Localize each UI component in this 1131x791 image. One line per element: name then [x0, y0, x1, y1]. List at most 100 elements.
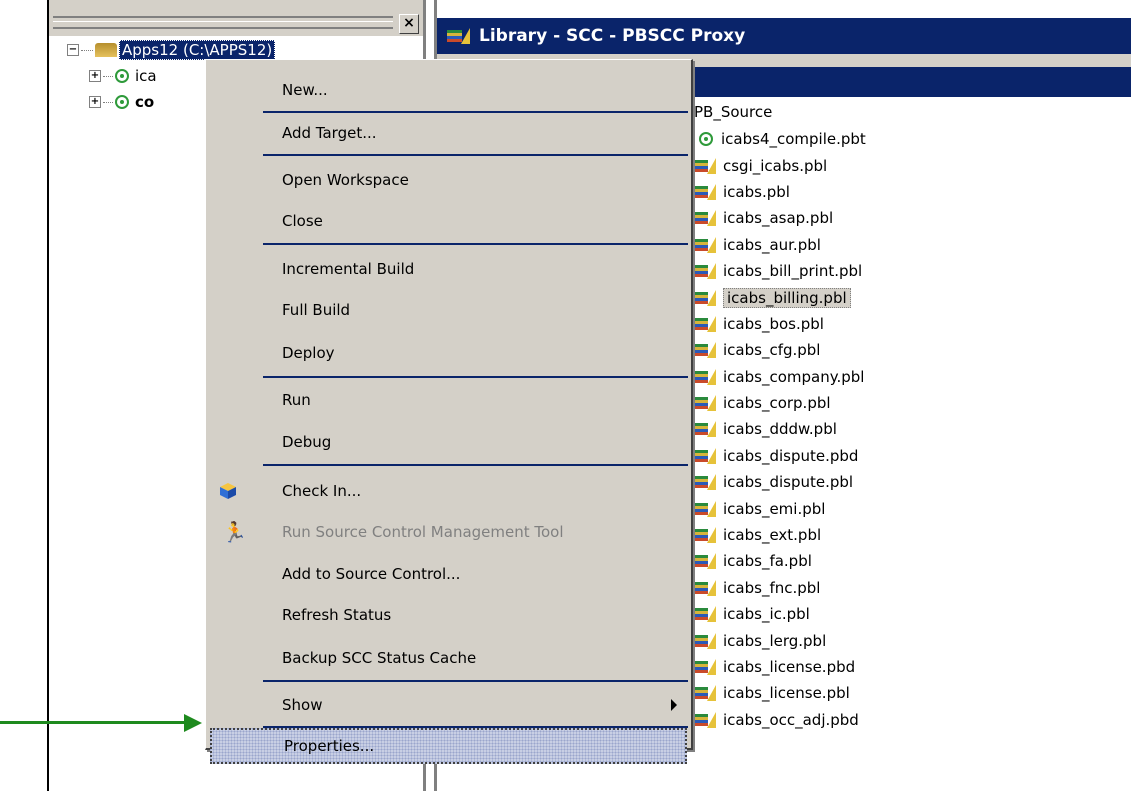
file-name: icabs_bos.pbl [723, 314, 824, 333]
menu-item-add-to-source-control[interactable]: Add to Source Control... [206, 556, 691, 592]
close-icon[interactable]: × [399, 14, 419, 34]
expand-icon[interactable]: + [89, 70, 101, 82]
library-icon [693, 210, 717, 227]
menu-item-close[interactable]: Close [206, 203, 691, 239]
target-icon [115, 95, 129, 109]
file-name: icabs_license.pbd [723, 658, 856, 676]
file-name: icabs.pbl [723, 182, 790, 201]
workspace-root-label[interactable]: Apps12 (C:\APPS12) [119, 40, 276, 60]
workspace-panel-header: × [49, 0, 423, 36]
menu-item-label: Debug [282, 433, 332, 451]
menu-item-incremental-build[interactable]: Incremental Build [206, 251, 691, 287]
file-name: icabs_asap.pbl [723, 209, 834, 228]
menu-item-backup-scc-cache[interactable]: Backup SCC Status Cache [206, 640, 691, 676]
file-name: icabs_ic.pbl [723, 605, 810, 624]
library-icon [693, 342, 717, 359]
file-name: icabs_lerg.pbl [723, 631, 827, 650]
library-icon [693, 579, 717, 596]
file-name: icabs_corp.pbl [723, 394, 831, 413]
library-icon [693, 474, 717, 491]
menu-item-label: Full Build [282, 301, 351, 319]
file-name: icabs_emi.pbl [723, 499, 826, 518]
menu-item-label: Properties... [284, 737, 375, 755]
tree-node-label[interactable]: co [135, 93, 154, 111]
menu-item-label: Deploy [282, 344, 335, 362]
menu-item-run[interactable]: Run [206, 382, 691, 418]
check-in-icon [220, 483, 236, 499]
menu-item-deploy[interactable]: Deploy [206, 335, 691, 371]
menu-separator [263, 680, 688, 682]
folder-label[interactable]: PB_Source [694, 103, 772, 121]
submenu-arrow-icon [671, 699, 677, 711]
library-icon [693, 527, 717, 544]
library-icon [693, 500, 717, 517]
library-icon [693, 632, 717, 649]
file-name: icabs_ext.pbl [723, 526, 822, 545]
menu-separator [263, 464, 688, 466]
collapse-icon[interactable]: − [67, 44, 79, 56]
library-icon [693, 711, 717, 728]
expand-icon[interactable]: + [89, 96, 101, 108]
library-title: Library - SCC - PBSCC Proxy [479, 26, 746, 46]
menu-separator [263, 376, 688, 378]
file-name: icabs_fnc.pbl [723, 578, 821, 597]
library-icon [693, 263, 717, 280]
menu-item-label: Refresh Status [282, 606, 392, 624]
workspace-icon [95, 43, 117, 57]
context-menu: New... Add Target... Open Workspace Clos… [205, 59, 693, 764]
library-icon [693, 183, 717, 200]
menu-item-run-scc-tool[interactable]: 🏃 Run Source Control Management Tool [206, 514, 691, 550]
file-name: icabs_dispute.pbl [723, 473, 854, 492]
library-icon [693, 447, 717, 464]
library-icon [693, 421, 717, 438]
library-icon [447, 28, 471, 44]
menu-item-label: Add Target... [282, 124, 377, 142]
target-icon [699, 132, 713, 147]
menu-item-add-target[interactable]: Add Target... [206, 115, 691, 151]
library-icon [693, 685, 717, 702]
menu-item-label: New... [282, 81, 328, 99]
pointer-arrow [0, 721, 186, 724]
library-title-bar: Library - SCC - PBSCC Proxy [437, 18, 1131, 54]
menu-item-label: Open Workspace [282, 171, 409, 189]
menu-item-debug[interactable]: Debug [206, 424, 691, 460]
library-icon [693, 315, 717, 332]
library-icon [693, 157, 717, 174]
menu-item-label: Backup SCC Status Cache [282, 649, 477, 667]
file-name: icabs_dispute.pbd [723, 446, 859, 465]
menu-item-open-workspace[interactable]: Open Workspace [206, 162, 691, 198]
menu-item-full-build[interactable]: Full Build [206, 292, 691, 328]
menu-item-label: Add to Source Control... [282, 565, 461, 583]
file-name: icabs_company.pbl [723, 367, 865, 386]
menu-item-label: Check In... [282, 482, 362, 500]
file-name: icabs_occ_adj.pbd [723, 710, 859, 729]
file-name: icabs_cfg.pbl [723, 341, 821, 360]
library-icon [693, 659, 717, 675]
menu-item-properties[interactable]: Properties... [210, 728, 687, 764]
panel-grip[interactable] [53, 16, 393, 29]
menu-separator [263, 243, 688, 245]
file-name: icabs_license.pbl [723, 684, 850, 703]
menu-item-show[interactable]: Show [206, 687, 691, 723]
file-name: csgi_icabs.pbl [723, 156, 828, 175]
library-icon [693, 553, 717, 570]
menu-item-check-in[interactable]: Check In... [206, 473, 691, 509]
menu-item-label: Run Source Control Management Tool [282, 523, 564, 541]
menu-separator [263, 154, 688, 156]
menu-separator [263, 111, 688, 113]
run-figure-icon: 🏃 [222, 520, 247, 544]
tree-node-label[interactable]: ica [135, 67, 157, 85]
file-name: icabs4_compile.pbt [721, 130, 866, 149]
file-name: icabs_aur.pbl [723, 235, 821, 254]
library-icon [693, 606, 717, 623]
target-icon [115, 69, 129, 83]
file-name: icabs_bill_print.pbl [723, 262, 863, 281]
menu-item-label: Close [282, 212, 323, 230]
library-icon [693, 395, 717, 412]
menu-item-refresh-status[interactable]: Refresh Status [206, 597, 691, 633]
file-name: icabs_fa.pbl [723, 552, 812, 571]
menu-item-label: Show [282, 696, 323, 714]
file-name: icabs_billing.pbl [723, 287, 851, 308]
arrow-head-icon [184, 714, 202, 732]
menu-item-new[interactable]: New... [206, 72, 691, 108]
